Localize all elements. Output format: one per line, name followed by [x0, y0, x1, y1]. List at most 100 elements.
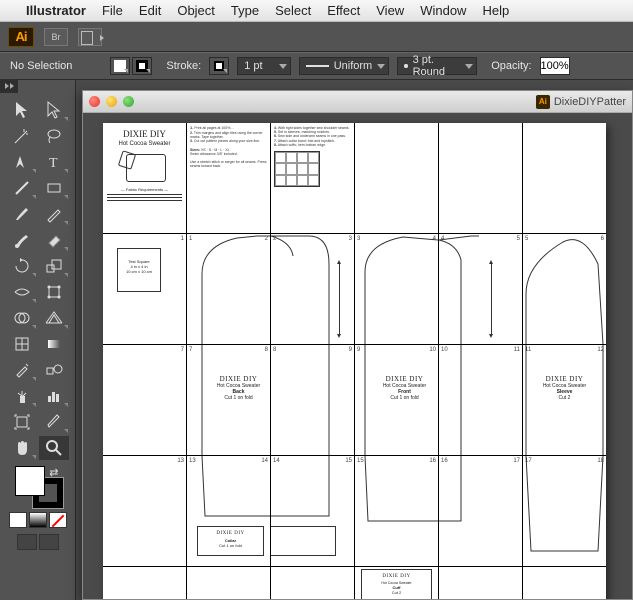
- artboard-r1c4[interactable]: [355, 123, 438, 233]
- none-mode-button[interactable]: [49, 512, 67, 528]
- blob-brush-tool[interactable]: [7, 228, 37, 252]
- artboard-r3c1[interactable]: 7: [103, 345, 186, 455]
- pencil-tool[interactable]: [39, 202, 69, 226]
- artboard-r2c2[interactable]: 12: [187, 234, 270, 344]
- artboard-r5c1[interactable]: [103, 567, 186, 599]
- artboard-r4c1[interactable]: 13: [103, 456, 186, 566]
- brush-combo[interactable]: 3 pt. Round: [397, 57, 477, 75]
- artboard-instructions-2[interactable]: 4. With right sides together sew shoulde…: [271, 123, 354, 233]
- selection-status: No Selection: [10, 60, 72, 72]
- width-tool[interactable]: [7, 280, 37, 304]
- close-window-button[interactable]: [89, 96, 100, 107]
- color-mode-button[interactable]: [9, 512, 27, 528]
- selection-tool[interactable]: [7, 98, 37, 122]
- shape-builder-tool[interactable]: [7, 306, 37, 330]
- pen-tool[interactable]: [7, 150, 37, 174]
- normal-screen-mode-button[interactable]: [17, 534, 37, 550]
- stroke-weight-combo[interactable]: 1 pt: [237, 57, 291, 75]
- bridge-button[interactable]: Br: [44, 28, 68, 46]
- eyedropper-tool[interactable]: [7, 358, 37, 382]
- artboard-r1c6[interactable]: [523, 123, 606, 233]
- perspective-grid-tool[interactable]: [39, 306, 69, 330]
- window-titlebar[interactable]: Ai DixieDIYPatter: [83, 91, 632, 113]
- magic-wand-tool[interactable]: [7, 124, 37, 148]
- rotate-tool[interactable]: [7, 254, 37, 278]
- artboard-r4c4[interactable]: 1516: [355, 456, 438, 566]
- artboard-r5c4[interactable]: DIXIE DIY Hot Cocoa Sweater Cuff Cut 2: [355, 567, 438, 599]
- swap-fill-stroke-icon[interactable]: ⇄: [49, 466, 58, 479]
- gradient-mode-button[interactable]: [29, 512, 47, 528]
- artboard-r5c3[interactable]: [271, 567, 354, 599]
- artboard-tool[interactable]: [7, 410, 37, 434]
- free-transform-tool[interactable]: [39, 280, 69, 304]
- stroke-profile-combo[interactable]: Uniform: [299, 57, 389, 75]
- artboard-r1c5[interactable]: [439, 123, 522, 233]
- grainline-icon: [491, 264, 492, 334]
- menu-help[interactable]: Help: [482, 3, 509, 18]
- artboard-r5c2[interactable]: [187, 567, 270, 599]
- artboard-r3c5[interactable]: 1011: [439, 345, 522, 455]
- menu-effect[interactable]: Effect: [327, 3, 360, 18]
- stroke-color-swatch[interactable]: [209, 57, 229, 75]
- artboard-r2c4[interactable]: 34: [355, 234, 438, 344]
- lasso-tool[interactable]: [39, 124, 69, 148]
- app-menu[interactable]: Illustrator: [26, 3, 86, 18]
- menu-object[interactable]: Object: [177, 3, 215, 18]
- scale-tool[interactable]: [39, 254, 69, 278]
- mesh-tool[interactable]: [7, 332, 37, 356]
- artboard-r5c6[interactable]: [523, 567, 606, 599]
- control-bar: No Selection Stroke: 1 pt Uniform 3 pt. …: [0, 52, 633, 80]
- column-graph-tool[interactable]: [39, 384, 69, 408]
- fill-indicator[interactable]: [15, 466, 45, 496]
- menu-window[interactable]: Window: [420, 3, 466, 18]
- fill-swatch[interactable]: [110, 57, 130, 75]
- menu-edit[interactable]: Edit: [139, 3, 161, 18]
- artboard-r3c4[interactable]: DIXIE DIY Hot Cocoa Sweater Front Cut 1 …: [355, 345, 438, 455]
- opacity-field[interactable]: 100%: [540, 57, 570, 75]
- line-segment-tool[interactable]: [7, 176, 37, 200]
- panel-collapse-toggle[interactable]: [0, 79, 18, 93]
- eraser-tool[interactable]: [39, 228, 69, 252]
- artboard-r3c2[interactable]: DIXIE DIY Hot Cocoa Sweater Back Cut 1 o…: [187, 345, 270, 455]
- canvas[interactable]: DIXIE DIY Hot Cocoa Sweater — Fabric Req…: [83, 113, 632, 599]
- artboard-grid: DIXIE DIY Hot Cocoa Sweater — Fabric Req…: [103, 123, 606, 599]
- collar-piece: DIXIE DIY Collar Cut 1 on fold: [197, 526, 264, 556]
- zoom-tool[interactable]: [39, 436, 69, 460]
- minimize-window-button[interactable]: [106, 96, 117, 107]
- menu-select[interactable]: Select: [275, 3, 311, 18]
- brand-logo: DIXIE DIY: [107, 129, 182, 139]
- arrange-documents-button[interactable]: [78, 28, 102, 46]
- zoom-window-button[interactable]: [123, 96, 134, 107]
- slice-tool[interactable]: [39, 410, 69, 434]
- fill-stroke-indicator[interactable]: ⇄: [13, 466, 63, 508]
- artboard-r4c3[interactable]: 1415: [271, 456, 354, 566]
- artboard-r2c6[interactable]: 56: [523, 234, 606, 344]
- artboard-r4c2[interactable]: DIXIE DIY Collar Cut 1 on fold 1314: [187, 456, 270, 566]
- blend-tool[interactable]: [39, 358, 69, 382]
- artboard-instructions-1[interactable]: 1. Print all pages at 100%… 2. Trim marg…: [187, 123, 270, 233]
- artboard-r3c3[interactable]: 89: [271, 345, 354, 455]
- artboard-r3c6[interactable]: DIXIE DIY Hot Cocoa Sweater Sleeve Cut 2…: [523, 345, 606, 455]
- artboard-r4c6[interactable]: 1718: [523, 456, 606, 566]
- product-name: Hot Cocoa Sweater: [107, 141, 182, 147]
- artboard-r2c1[interactable]: Test Square 4 in x 4 in 10 cm x 10 cm 1: [103, 234, 186, 344]
- menu-type[interactable]: Type: [231, 3, 259, 18]
- artboard-r4c5[interactable]: 1617: [439, 456, 522, 566]
- layout-diagram-icon: [274, 151, 320, 187]
- type-tool[interactable]: T: [39, 150, 69, 174]
- paintbrush-tool[interactable]: [7, 202, 37, 226]
- menu-view[interactable]: View: [376, 3, 404, 18]
- rectangle-tool[interactable]: [39, 176, 69, 200]
- full-screen-mode-button[interactable]: [39, 534, 59, 550]
- direct-selection-tool[interactable]: [39, 98, 69, 122]
- grainline-icon: [339, 264, 340, 334]
- artboard-r2c3[interactable]: 23: [271, 234, 354, 344]
- artboard-r5c5[interactable]: [439, 567, 522, 599]
- menu-file[interactable]: File: [102, 3, 123, 18]
- artboard-r2c5[interactable]: 45: [439, 234, 522, 344]
- stroke-swatch[interactable]: [132, 57, 152, 75]
- symbol-sprayer-tool[interactable]: [7, 384, 37, 408]
- gradient-tool[interactable]: [39, 332, 69, 356]
- hand-tool[interactable]: [7, 436, 37, 460]
- artboard-cover[interactable]: DIXIE DIY Hot Cocoa Sweater — Fabric Req…: [103, 123, 186, 233]
